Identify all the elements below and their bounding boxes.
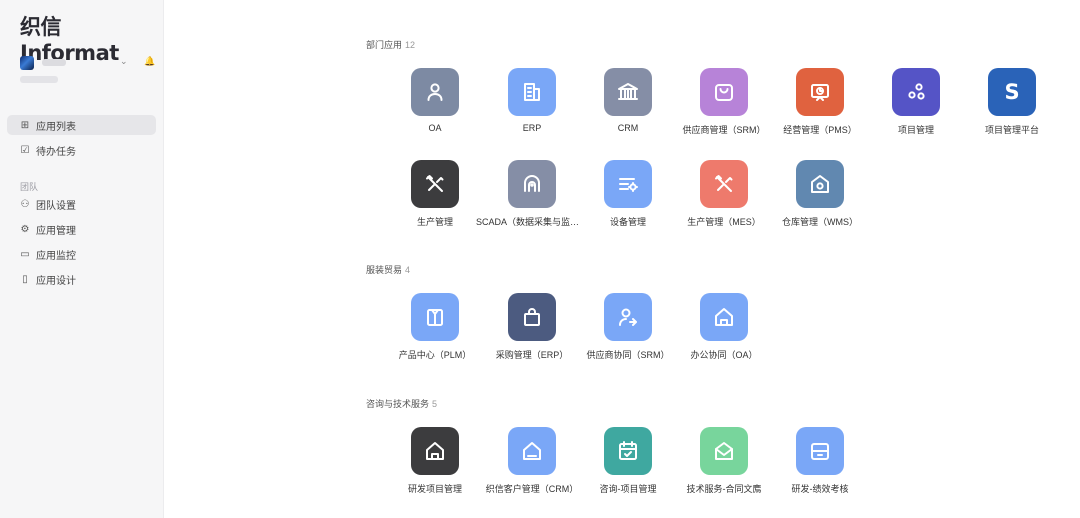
app-card[interactable]: 织信客户管理（CRM） <box>484 427 580 497</box>
app-card[interactable]: OA <box>387 68 483 138</box>
bank-icon <box>604 68 652 116</box>
app-card[interactable]: 设备管理 <box>580 160 676 230</box>
presentation-icon <box>796 68 844 116</box>
app-card[interactable]: 办公协同（OA） <box>676 293 772 363</box>
group-count: 4 <box>405 265 411 275</box>
app-card[interactable]: 供应商协同（SRM） <box>580 293 676 363</box>
app-label: 仓库管理（WMS） <box>782 217 858 227</box>
gear-icon: ⚙ <box>20 223 30 235</box>
team-name <box>42 59 66 66</box>
team-avatar[interactable] <box>20 56 34 70</box>
bag-icon <box>700 68 748 116</box>
group-count: 5 <box>432 399 438 409</box>
sidebar-item-label: 应用设计 <box>36 275 76 287</box>
calendar-check-icon <box>604 427 652 475</box>
warehouse-icon <box>796 160 844 208</box>
app-list-main: 部门应用 12 OA ERP CRM 供应商管理（SRM） 经营管理（PMS） 项目管理 S 项目… <box>163 0 1080 518</box>
app-card[interactable]: 咨询-项目管理 <box>580 427 676 497</box>
person-icon <box>411 68 459 116</box>
app-card[interactable]: 技术服务-合同文廌 <box>676 427 772 497</box>
app-card[interactable]: 供应商管理（SRM） <box>676 68 772 138</box>
monitor-icon: ▭ <box>20 248 30 260</box>
sidebar-item-app-management[interactable]: ⚙ 应用管理 <box>7 219 156 239</box>
app-card[interactable]: ERP <box>484 68 580 138</box>
org-icon: ⚇ <box>20 198 30 210</box>
app-card[interactable]: 产品中心（PLM） <box>387 293 483 363</box>
user-share-icon <box>604 293 652 341</box>
bell-icon[interactable]: 🔔 <box>144 56 155 67</box>
sidebar-item-label: 应用列表 <box>36 121 76 133</box>
sidebar-section-label: 团队 <box>20 182 39 192</box>
app-card[interactable]: 生产管理 <box>387 160 483 230</box>
home-icon <box>411 427 459 475</box>
sidebar-item-label: 团队设置 <box>36 200 76 212</box>
sidebar-item-label: 应用监控 <box>36 250 76 262</box>
sidebar-item-app-monitor[interactable]: ▭ 应用监控 <box>7 244 156 264</box>
home-outline-icon <box>508 427 556 475</box>
app-card[interactable]: 研发-绩效考核 <box>772 427 868 497</box>
building-icon <box>508 68 556 116</box>
app-card[interactable]: 研发项目管理 <box>387 427 483 497</box>
shopping-bag-icon <box>508 293 556 341</box>
antenna-icon <box>508 160 556 208</box>
chevron-down-icon[interactable]: ⌄ <box>120 56 128 67</box>
s-logo-icon: S <box>988 68 1036 116</box>
team-subtitle <box>20 76 58 83</box>
sidebar: 织信 Informat ⌄ 🔔 ⊞ 应用列表 ☑ 待办任务 团队 ⚇ 团队设置 … <box>0 0 164 518</box>
group-title: 咨询与技术服务 5 <box>366 397 437 410</box>
app-label: 项目管理平台 <box>984 125 1039 135</box>
app-label: 产品中心（PLM） <box>398 350 472 360</box>
app-card[interactable]: SCADA（数据采集与监视控制系统） <box>476 160 588 230</box>
app-label: 办公协同（OA） <box>690 350 758 360</box>
app-card[interactable]: 经营管理（PMS） <box>772 68 868 138</box>
sidebar-item-team-settings[interactable]: ⚇ 团队设置 <box>7 194 156 214</box>
app-card[interactable]: CRM <box>580 68 676 138</box>
group-title-label: 服装贸易 <box>366 265 403 275</box>
app-card[interactable]: 采购管理（ERP） <box>484 293 580 363</box>
app-card[interactable]: S 项目管理平台 <box>964 68 1060 138</box>
app-label: OA <box>428 123 442 133</box>
settings-list-icon <box>604 160 652 208</box>
grid-icon: ⊞ <box>20 119 30 131</box>
tools-icon <box>700 160 748 208</box>
app-label: 生产管理 <box>416 217 453 227</box>
sidebar-item-label: 应用管理 <box>36 225 76 237</box>
mail-open-icon <box>700 427 748 475</box>
app-card[interactable]: 生产管理（MES） <box>676 160 772 230</box>
home-icon <box>700 293 748 341</box>
design-icon: ▯ <box>22 273 28 285</box>
sidebar-item-app-list[interactable]: ⊞ 应用列表 <box>7 115 156 135</box>
checkbox-icon: ☑ <box>20 144 30 156</box>
app-card[interactable]: 项目管理 <box>868 68 964 138</box>
group-title-label: 部门应用 <box>366 40 403 50</box>
clothing-icon <box>411 293 459 341</box>
app-label: 研发-绩效考核 <box>791 484 849 494</box>
inbox-icon <box>796 427 844 475</box>
group-count: 12 <box>405 40 416 50</box>
nodes-icon <box>892 68 940 116</box>
sidebar-item-label: 待办任务 <box>36 146 76 158</box>
app-card[interactable]: 仓库管理（WMS） <box>772 160 868 230</box>
sidebar-item-app-design[interactable]: ▯ 应用设计 <box>7 269 156 289</box>
group-title: 服装贸易 4 <box>366 263 410 276</box>
svg-text:S: S <box>1004 80 1019 104</box>
app-label: 研发项目管理 <box>407 484 462 494</box>
sidebar-item-todo[interactable]: ☑ 待办任务 <box>7 140 156 160</box>
group-title: 部门应用 12 <box>366 38 415 51</box>
team-switcher[interactable]: ⌄ 🔔 <box>20 56 155 72</box>
group-title-label: 咨询与技术服务 <box>366 399 430 409</box>
tools-icon <box>411 160 459 208</box>
